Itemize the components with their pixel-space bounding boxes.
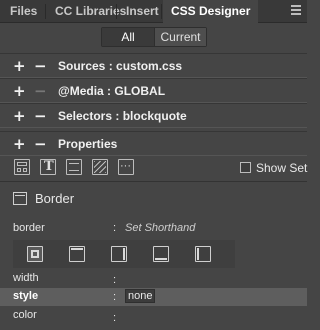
background-icon[interactable] [92, 159, 108, 175]
right-side-icon[interactable] [111, 246, 127, 262]
tab-separator [161, 4, 162, 19]
border-shorthand-value[interactable]: Set Shorthand [125, 222, 195, 234]
border-color-row: color : [0, 307, 307, 325]
property-name: border [13, 222, 45, 234]
remove-media-button[interactable]: − [34, 82, 47, 100]
tab-separator [116, 4, 117, 19]
top-side-icon[interactable] [69, 246, 85, 262]
text-icon[interactable]: T [40, 159, 56, 175]
sources-label[interactable]: Sources : custom.css [58, 59, 182, 73]
add-source-button[interactable]: + [13, 57, 26, 75]
mode-toggle: All Current [101, 27, 207, 47]
property-colon: : [113, 274, 117, 286]
tab-insert[interactable]: Insert [118, 0, 167, 23]
sources-section: + − Sources : custom.css [0, 53, 307, 78]
tab-css-designer[interactable]: CSS Designer [163, 0, 259, 24]
more-icon[interactable]: ··· [118, 159, 134, 175]
media-section: + − @Media : GLOBAL [0, 78, 307, 103]
mode-all-button[interactable]: All [102, 28, 154, 46]
border-width-row: width : [0, 270, 307, 288]
media-label[interactable]: @Media : GLOBAL [58, 84, 165, 98]
properties-label[interactable]: Properties [58, 137, 117, 151]
show-set-checkbox[interactable] [240, 162, 251, 173]
all-sides-icon[interactable] [27, 246, 43, 262]
tab-separator [45, 4, 46, 19]
show-set-label[interactable]: Show Set [256, 160, 307, 176]
section-divider [0, 181, 307, 182]
tab-files[interactable]: Files [2, 0, 45, 23]
border-icon[interactable] [66, 159, 82, 175]
border-section-title: Border [35, 191, 75, 206]
border-shorthand-row: border : Set Shorthand [0, 220, 307, 238]
bottom-side-icon[interactable] [153, 246, 169, 262]
add-media-button[interactable]: + [13, 82, 26, 100]
property-name: color [13, 309, 37, 321]
panel-menu-icon[interactable] [291, 5, 301, 17]
border-section-icon [13, 192, 27, 205]
panel-tab-bar: Files CC Libraries Insert CSS Designer [0, 0, 307, 24]
border-header: Border [0, 188, 307, 210]
remove-source-button[interactable]: − [34, 57, 47, 75]
selectors-label[interactable]: Selectors : blockquote [58, 109, 187, 123]
mode-current-button[interactable]: Current [154, 28, 206, 46]
selectors-section: + − Selectors : blockquote [0, 103, 307, 128]
property-name: width [13, 272, 39, 284]
property-colon: : [113, 291, 117, 303]
property-category-bar: T ··· Show Set [0, 156, 307, 180]
border-style-row: style : none [0, 288, 307, 306]
add-property-button[interactable]: + [13, 135, 26, 153]
left-side-icon[interactable] [195, 246, 211, 262]
property-colon: : [113, 312, 117, 324]
layout-icon[interactable] [14, 159, 30, 175]
border-style-value[interactable]: none [125, 289, 156, 303]
property-colon: : [113, 222, 117, 234]
remove-property-button[interactable]: − [34, 135, 47, 153]
add-selector-button[interactable]: + [13, 107, 26, 125]
border-side-selector [13, 240, 235, 268]
properties-section: + − Properties [0, 131, 307, 156]
remove-selector-button[interactable]: − [34, 107, 47, 125]
property-name: style [13, 290, 39, 302]
